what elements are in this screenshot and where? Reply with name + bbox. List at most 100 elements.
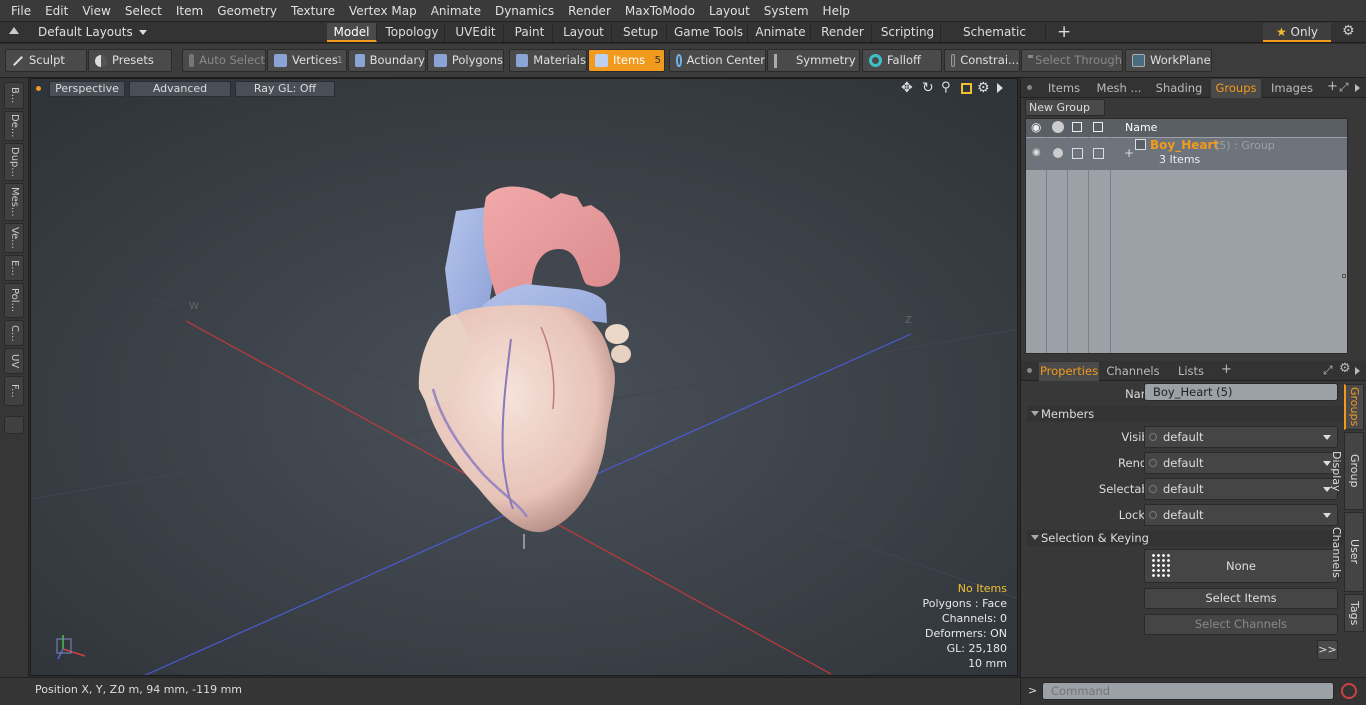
left-tab-vertex[interactable]: Ve...	[4, 223, 24, 253]
materials-button[interactable]: Materials	[509, 49, 587, 72]
left-tab-mesh[interactable]: Mes...	[4, 183, 24, 221]
properties-more-icon[interactable]	[1355, 367, 1360, 375]
maximize-view-icon[interactable]	[961, 83, 972, 94]
eye-icon[interactable]: ◉	[1031, 120, 1041, 134]
render-icon[interactable]	[1052, 121, 1064, 133]
new-group-button[interactable]: New Group	[1025, 99, 1105, 116]
tab-uvedit[interactable]: UVEdit	[448, 23, 504, 42]
tab-channels[interactable]: Channels	[1105, 362, 1161, 381]
rotate-view-icon[interactable]: ↻	[922, 80, 934, 96]
left-tab-extra[interactable]	[4, 416, 24, 434]
group-name[interactable]: Boy_Heart	[1150, 138, 1219, 152]
panel-more-icon[interactable]	[1355, 84, 1360, 92]
add-panel-tab-icon[interactable]: +	[1327, 79, 1338, 94]
select-through-button[interactable]: Select Through	[1021, 49, 1123, 72]
menu-layout[interactable]: Layout	[702, 0, 757, 22]
advanced-button[interactable]: Advanced	[129, 81, 231, 97]
locked-dropdown[interactable]: default	[1144, 504, 1338, 526]
menu-texture[interactable]: Texture	[284, 0, 342, 22]
side-tab-user-channels[interactable]: User Channels	[1330, 512, 1364, 592]
select-icon[interactable]	[1093, 122, 1103, 132]
members-section-header[interactable]: Members	[1027, 406, 1359, 422]
move-view-icon[interactable]: ✥	[901, 80, 913, 96]
tab-lists[interactable]: Lists	[1169, 362, 1213, 381]
tab-properties[interactable]: Properties	[1039, 362, 1099, 381]
tab-render[interactable]: Render	[814, 23, 872, 42]
left-tab-basic[interactable]: B...	[4, 82, 24, 109]
gear-icon[interactable]: ⚙	[1342, 23, 1355, 39]
constraints-button[interactable]: Constrai...	[944, 49, 1020, 72]
selectable-dropdown[interactable]: default	[1144, 478, 1338, 500]
tab-scripting[interactable]: Scripting	[875, 23, 941, 42]
lock-icon[interactable]	[1072, 122, 1082, 132]
left-tab-polygon[interactable]: Pol...	[4, 283, 24, 318]
tab-items[interactable]: Items	[1041, 79, 1087, 98]
menu-file[interactable]: File	[0, 0, 38, 22]
sculpt-button[interactable]: Sculpt	[5, 49, 87, 72]
menu-render[interactable]: Render	[561, 0, 618, 22]
expand-group-icon[interactable]: +	[1124, 146, 1134, 160]
keying-none-button[interactable]: None	[1144, 549, 1338, 583]
group-lock-checkbox[interactable]	[1072, 148, 1083, 159]
side-tab-group-display[interactable]: Group Display	[1330, 432, 1364, 510]
side-tab-tags[interactable]: Tags	[1344, 594, 1364, 632]
items-button[interactable]: Items 5	[588, 49, 665, 72]
group-row[interactable]: ◉ + Boy_Heart (5) : Group 3 Items	[1026, 138, 1347, 170]
perspective-button[interactable]: Perspective	[49, 81, 125, 97]
group-select-checkbox[interactable]	[1093, 148, 1104, 159]
visible-dropdown[interactable]: default	[1144, 426, 1338, 448]
tab-paint[interactable]: Paint	[507, 23, 553, 42]
menu-dynamics[interactable]: Dynamics	[488, 0, 561, 22]
presets-button[interactable]: Presets	[88, 49, 172, 72]
only-button[interactable]: ★ Only	[1263, 23, 1331, 42]
menu-item[interactable]: Item	[169, 0, 210, 22]
menu-maxtomodo[interactable]: MaxToModo	[618, 0, 702, 22]
left-tab-uv[interactable]: UV	[4, 348, 24, 374]
viewport-gear-icon[interactable]: ⚙	[977, 80, 990, 96]
auto-select-button[interactable]: Auto Select	[182, 49, 266, 72]
tab-images[interactable]: Images	[1266, 79, 1318, 98]
selection-keying-header[interactable]: Selection & Keying	[1027, 530, 1359, 546]
menu-view[interactable]: View	[75, 0, 117, 22]
side-tab-groups[interactable]: Groups	[1344, 384, 1364, 430]
layout-arrow-icon[interactable]	[9, 27, 19, 34]
layouts-dropdown[interactable]: Default Layouts	[38, 25, 147, 39]
tab-setup[interactable]: Setup	[615, 23, 667, 42]
menu-system[interactable]: System	[757, 0, 816, 22]
group-eye-icon[interactable]: ◉	[1032, 147, 1041, 158]
left-tab-curve[interactable]: C...	[4, 320, 24, 346]
vertices-button[interactable]: Vertices 1	[267, 49, 347, 72]
menu-select[interactable]: Select	[118, 0, 169, 22]
zoom-view-icon[interactable]: ⚲	[941, 80, 951, 95]
properties-gear-icon[interactable]: ⚙	[1339, 361, 1351, 376]
menu-edit[interactable]: Edit	[38, 0, 75, 22]
record-icon[interactable]	[1341, 683, 1357, 699]
command-input[interactable]	[1042, 682, 1334, 700]
name-column-header[interactable]: Name	[1125, 121, 1157, 134]
workplane-button[interactable]: WorkPlane	[1125, 49, 1212, 72]
left-tab-fusion[interactable]: F...	[4, 376, 24, 406]
add-properties-tab-icon[interactable]: +	[1221, 362, 1232, 377]
raygl-button[interactable]: Ray GL: Off	[235, 81, 335, 97]
menu-help[interactable]: Help	[816, 0, 857, 22]
menu-geometry[interactable]: Geometry	[210, 0, 284, 22]
viewport-menu-dot[interactable]	[36, 86, 41, 91]
tab-model[interactable]: Model	[327, 23, 377, 42]
falloff-button[interactable]: Falloff	[862, 49, 942, 72]
panel-dot[interactable]	[1027, 368, 1032, 373]
tab-groups[interactable]: Groups	[1211, 79, 1261, 98]
tab-mesh[interactable]: Mesh ...	[1091, 79, 1147, 98]
add-tab-icon[interactable]: +	[1057, 22, 1071, 42]
viewport-play-icon[interactable]	[997, 83, 1003, 93]
expand-panel-icon[interactable]: ⤢	[1339, 80, 1349, 95]
list-scroll-handle[interactable]	[1342, 274, 1346, 278]
render-dropdown[interactable]: default	[1144, 452, 1338, 474]
left-tab-duplicate[interactable]: Dup...	[4, 143, 24, 181]
tab-layout[interactable]: Layout	[556, 23, 612, 42]
group-render-icon[interactable]	[1053, 148, 1063, 158]
symmetry-button[interactable]: Symmetry	[767, 49, 860, 72]
expand-properties-icon[interactable]: ⤢	[1323, 363, 1333, 378]
panel-dot[interactable]	[1027, 85, 1032, 90]
boundary-button[interactable]: Boundary	[348, 49, 426, 72]
tab-schematic-fusion[interactable]: Schematic Fusion	[944, 23, 1046, 58]
